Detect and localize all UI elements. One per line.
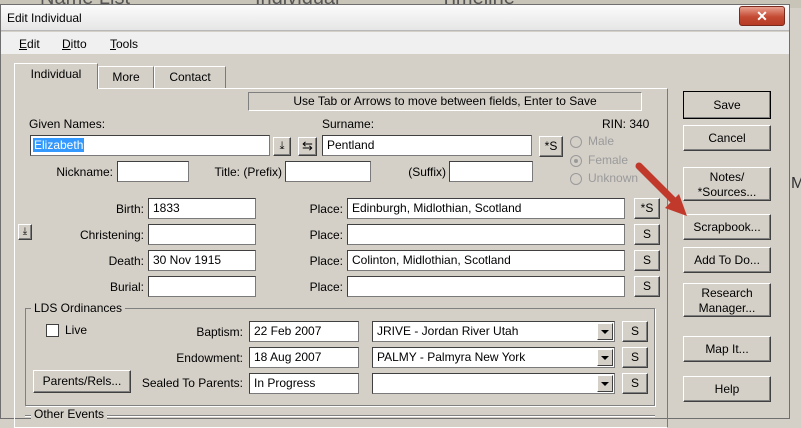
hint-text: Use Tab or Arrows to move between fields…	[248, 92, 642, 111]
close-icon: ✕	[756, 8, 768, 24]
surname-source-button[interactable]: *S	[539, 136, 563, 157]
live-checkbox[interactable]	[46, 324, 59, 337]
other-events-group-border	[25, 415, 655, 417]
death-date-field[interactable]: 30 Nov 1915	[148, 250, 256, 271]
endowment-source-button[interactable]: S	[622, 347, 648, 368]
christening-date-field[interactable]	[148, 224, 256, 245]
tab-individual[interactable]: Individual	[14, 63, 98, 89]
help-button[interactable]: Help	[683, 376, 771, 402]
menu-bar: Edit Ditto Tools	[1, 32, 789, 54]
research-manager-button[interactable]: Research Manager...	[683, 283, 771, 317]
live-label: Live	[65, 323, 88, 337]
endowment-temple-value: PALMY - Palmyra New York	[377, 350, 526, 364]
map-it-button[interactable]: Map It...	[683, 336, 771, 362]
window-title: Edit Individual	[7, 11, 82, 25]
burial-date-field[interactable]	[148, 276, 256, 297]
surname-label: Surname:	[322, 117, 375, 131]
suffix-field[interactable]	[449, 161, 533, 182]
nickname-field[interactable]	[117, 161, 189, 182]
burial-place-field[interactable]	[347, 276, 625, 297]
edit-individual-window: Edit Individual ✕ Edit Ditto Tools Indiv…	[0, 4, 790, 428]
notes-sources-label-line1: Notes/	[709, 170, 745, 184]
menu-edit[interactable]: Edit	[19, 37, 40, 51]
christening-place-label: Place:	[309, 228, 343, 242]
title-prefix-field[interactable]	[285, 161, 371, 182]
burial-place-label: Place:	[309, 280, 343, 294]
endowment-temple-select[interactable]: PALMY - Palmyra New York	[372, 347, 615, 368]
death-place-field[interactable]: Colinton, Midlothian, Scotland	[347, 250, 625, 271]
death-source-button[interactable]: S	[634, 250, 660, 271]
given-names-field[interactable]: Elizabeth	[30, 135, 270, 156]
given-names-dropdown-button[interactable]: ⤓	[273, 137, 291, 156]
burial-label: Burial:	[109, 280, 144, 294]
rin-label: RIN: 340	[602, 117, 650, 131]
endowment-label: Endowment:	[176, 351, 243, 365]
scrapbook-button[interactable]: Scrapbook...	[683, 214, 771, 240]
swap-icon: ⇆	[302, 138, 313, 153]
title-bar: Edit Individual ✕	[1, 5, 789, 31]
tab-more[interactable]: More	[98, 66, 154, 88]
baptism-label: Baptism:	[196, 325, 243, 339]
annotation-arrow-icon	[635, 162, 687, 216]
endowment-date-field[interactable]: 18 Aug 2007	[249, 347, 359, 368]
swap-names-button[interactable]: ⇆	[298, 137, 317, 156]
menu-tools[interactable]: Tools	[110, 37, 138, 51]
events-expand-button[interactable]: ⤓	[18, 224, 32, 240]
baptism-date-field[interactable]: 22 Feb 2007	[249, 321, 359, 342]
research-manager-label-line2: Manager...	[698, 301, 756, 315]
male-radio[interactable]	[570, 136, 582, 148]
christening-source-button[interactable]: S	[634, 224, 660, 245]
chevron-down-icon[interactable]	[597, 323, 613, 340]
download-arrow-icon: ⤓	[22, 226, 28, 237]
sealed-to-parents-label: Sealed To Parents:	[141, 376, 243, 390]
sealed-temple-select[interactable]	[372, 373, 615, 394]
chevron-down-icon[interactable]	[597, 375, 613, 392]
notes-sources-label-line2: *Sources...	[697, 185, 757, 199]
surname-field[interactable]: Pentland	[322, 135, 532, 156]
menu-ditto[interactable]: Ditto	[62, 37, 87, 51]
given-names-label: Given Names:	[29, 117, 106, 131]
death-label: Death:	[108, 254, 144, 268]
save-button[interactable]: Save	[683, 91, 771, 119]
birth-date-field[interactable]: 1833	[148, 198, 256, 219]
bg-window-edge: M	[791, 175, 801, 192]
birth-label: Birth:	[115, 202, 144, 216]
nickname-label: Nickname:	[56, 165, 113, 179]
download-arrow-icon: ⤓	[279, 140, 285, 152]
notes-sources-button[interactable]: Notes/ *Sources...	[683, 167, 771, 201]
female-label: Female	[588, 153, 629, 167]
male-label: Male	[588, 134, 615, 148]
chevron-down-icon[interactable]	[597, 349, 613, 366]
lds-ordinances-title: LDS Ordinances	[31, 301, 126, 315]
burial-source-button[interactable]: S	[634, 276, 660, 297]
research-manager-label-line1: Research	[701, 286, 753, 300]
sealed-source-button[interactable]: S	[622, 373, 648, 394]
parents-rels-button[interactable]: Parents/Rels...	[33, 370, 131, 393]
birth-place-field[interactable]: Edinburgh, Midlothian, Scotland	[347, 198, 625, 219]
baptism-source-button[interactable]: S	[622, 321, 648, 342]
sealed-to-parents-date-field[interactable]: In Progress	[249, 373, 359, 394]
christening-place-field[interactable]	[347, 224, 625, 245]
baptism-temple-select[interactable]: JRIVE - Jordan River Utah	[372, 321, 615, 342]
cancel-button[interactable]: Cancel	[683, 125, 771, 151]
female-radio[interactable]	[570, 155, 582, 167]
baptism-temple-value: JRIVE - Jordan River Utah	[377, 324, 519, 338]
christening-label: Christening:	[79, 228, 144, 242]
given-names-value: Elizabeth	[33, 138, 85, 152]
suffix-label: (Suffix)	[408, 165, 446, 179]
birth-place-label: Place:	[309, 202, 343, 216]
close-button[interactable]: ✕	[739, 6, 785, 26]
death-place-label: Place:	[309, 254, 343, 268]
add-todo-button[interactable]: Add To Do...	[683, 247, 771, 273]
title-prefix-label: Title: (Prefix)	[214, 165, 282, 179]
unknown-radio[interactable]	[570, 173, 582, 185]
tab-contact[interactable]: Contact	[154, 66, 226, 88]
